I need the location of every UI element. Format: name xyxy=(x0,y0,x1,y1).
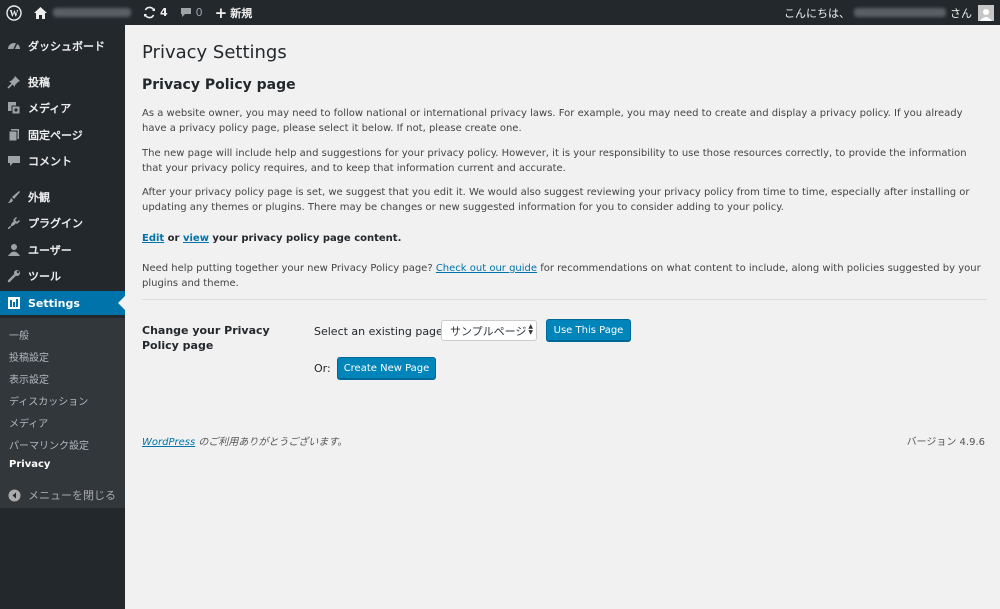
change-policy-label: Change your Privacy Policy page xyxy=(142,324,270,352)
media-icon xyxy=(7,101,21,115)
new-page-paragraph: The new page will include help and sugge… xyxy=(142,148,967,174)
selected-page-value: サンプルページ xyxy=(450,324,527,338)
settings-submenu: 一般 投稿設定 表示設定 ディスカッション メディア パーマリンク設定 Priv… xyxy=(0,318,125,508)
select-arrows-icon: ▲ ▼ xyxy=(528,323,533,336)
sidebar-item-label: ダッシュボード xyxy=(28,40,105,53)
collapse-icon xyxy=(7,488,21,502)
sidebar-item-label: プラグイン xyxy=(28,217,83,230)
avatar xyxy=(978,4,994,21)
new-label: 新規 xyxy=(230,6,253,20)
plugin-icon xyxy=(7,216,21,230)
greeting-suffix: さん xyxy=(950,6,972,20)
comment-icon xyxy=(180,8,191,17)
footer-thanks: WordPress のご利用ありがとうございます。 xyxy=(142,433,347,448)
plus-icon: + xyxy=(214,3,228,22)
help-paragraph: Need help putting together your new Priv… xyxy=(142,261,987,291)
comments-menu[interactable]: 0 xyxy=(174,0,209,25)
edit-link[interactable]: Edit xyxy=(142,233,164,244)
sidebar-item-label: 投稿 xyxy=(28,76,50,89)
edit-view-line: Edit or view your privacy policy page co… xyxy=(142,231,987,246)
sidebar-item-label: 外観 xyxy=(28,191,50,204)
after-setup-paragraph: After your privacy policy page is set, w… xyxy=(142,187,970,213)
sidebar-item-tools[interactable]: ツール xyxy=(0,264,125,288)
submenu-item-privacy[interactable]: Privacy xyxy=(9,459,50,470)
wordpress-logo-icon[interactable]: W xyxy=(0,0,28,25)
collapse-menu-button[interactable]: メニューを閉じる xyxy=(0,487,116,503)
submenu-item-permalinks[interactable]: パーマリンク設定 xyxy=(9,437,89,452)
comment-icon xyxy=(7,154,21,168)
page-title: Privacy Settings xyxy=(142,42,287,63)
greeting-text: こんにちは、 xyxy=(784,6,850,20)
sidebar-item-posts[interactable]: 投稿 xyxy=(0,70,125,94)
use-this-page-button[interactable]: Use This Page xyxy=(546,319,631,341)
existing-page-select[interactable]: サンプルページ ▲ ▼ xyxy=(441,320,537,341)
submenu-item-writing[interactable]: 投稿設定 xyxy=(9,349,49,364)
sidebar-item-label: 固定ページ xyxy=(28,129,83,142)
settings-icon xyxy=(7,296,21,310)
user-icon xyxy=(7,243,21,257)
select-existing-label: Select an existing page: xyxy=(314,325,447,338)
footer-thanks-text: のご利用ありがとうございます。 xyxy=(195,437,348,448)
sidebar-item-media[interactable]: メディア xyxy=(0,96,125,120)
wrench-icon xyxy=(7,269,21,283)
submenu-item-discussion[interactable]: ディスカッション xyxy=(9,393,88,408)
new-content-menu[interactable]: + 新規 xyxy=(209,0,259,25)
edit-view-tail: your privacy policy page content. xyxy=(208,233,402,244)
page-icon xyxy=(7,128,21,142)
intro-paragraph: As a website owner, you may need to foll… xyxy=(142,108,963,134)
create-new-page-button[interactable]: Create New Page xyxy=(337,357,436,379)
submenu-item-reading[interactable]: 表示設定 xyxy=(9,371,49,386)
svg-text:W: W xyxy=(10,8,19,18)
pin-icon xyxy=(7,75,21,89)
section-title: Privacy Policy page xyxy=(142,77,296,93)
sidebar-item-label: ツール xyxy=(28,270,61,283)
submenu-item-media[interactable]: メディア xyxy=(9,415,48,430)
updates-icon xyxy=(144,6,155,19)
or-label: Or: xyxy=(314,362,331,375)
username-redacted xyxy=(854,8,946,17)
admin-sidebar: ダッシュボード 投稿 メディア 固定ページ コメント 外観 プラグイン ユーザー… xyxy=(0,25,125,609)
home-icon xyxy=(34,6,47,19)
sidebar-item-label: ユーザー xyxy=(28,244,72,257)
or-word: or xyxy=(164,233,183,244)
sidebar-item-comments[interactable]: コメント xyxy=(0,149,125,173)
help-prefix: Need help putting together your new Priv… xyxy=(142,263,436,274)
site-name-menu[interactable] xyxy=(28,0,137,25)
wordpress-link[interactable]: WordPress xyxy=(142,437,195,448)
admin-bar: W 4 0 + 新規 こんにちは、 さん xyxy=(0,0,1000,25)
sidebar-item-appearance[interactable]: 外観 xyxy=(0,185,125,209)
sidebar-item-pages[interactable]: 固定ページ xyxy=(0,123,125,147)
account-menu[interactable]: こんにちは、 さん xyxy=(784,4,1000,21)
submenu-item-general[interactable]: 一般 xyxy=(9,327,29,342)
updates-count: 4 xyxy=(160,6,168,19)
divider xyxy=(142,299,987,300)
updates-menu[interactable]: 4 xyxy=(137,0,174,25)
sidebar-item-plugins[interactable]: プラグイン xyxy=(0,211,125,235)
dashboard-icon xyxy=(7,39,21,53)
sidebar-item-label: コメント xyxy=(28,155,72,168)
version-text: バージョン 4.9.6 xyxy=(906,437,985,448)
sidebar-item-label: メディア xyxy=(28,102,72,115)
sidebar-item-users[interactable]: ユーザー xyxy=(0,238,125,262)
sidebar-item-dashboard[interactable]: ダッシュボード xyxy=(0,34,125,58)
view-link[interactable]: view xyxy=(183,233,209,244)
collapse-label: メニューを閉じる xyxy=(28,489,116,502)
comments-count: 0 xyxy=(195,6,203,19)
guide-link[interactable]: Check out our guide xyxy=(436,263,537,274)
sidebar-item-label: Settings xyxy=(28,296,80,310)
sidebar-item-settings[interactable]: Settings xyxy=(0,291,125,315)
brush-icon xyxy=(7,190,21,204)
site-name-redacted xyxy=(53,8,131,17)
